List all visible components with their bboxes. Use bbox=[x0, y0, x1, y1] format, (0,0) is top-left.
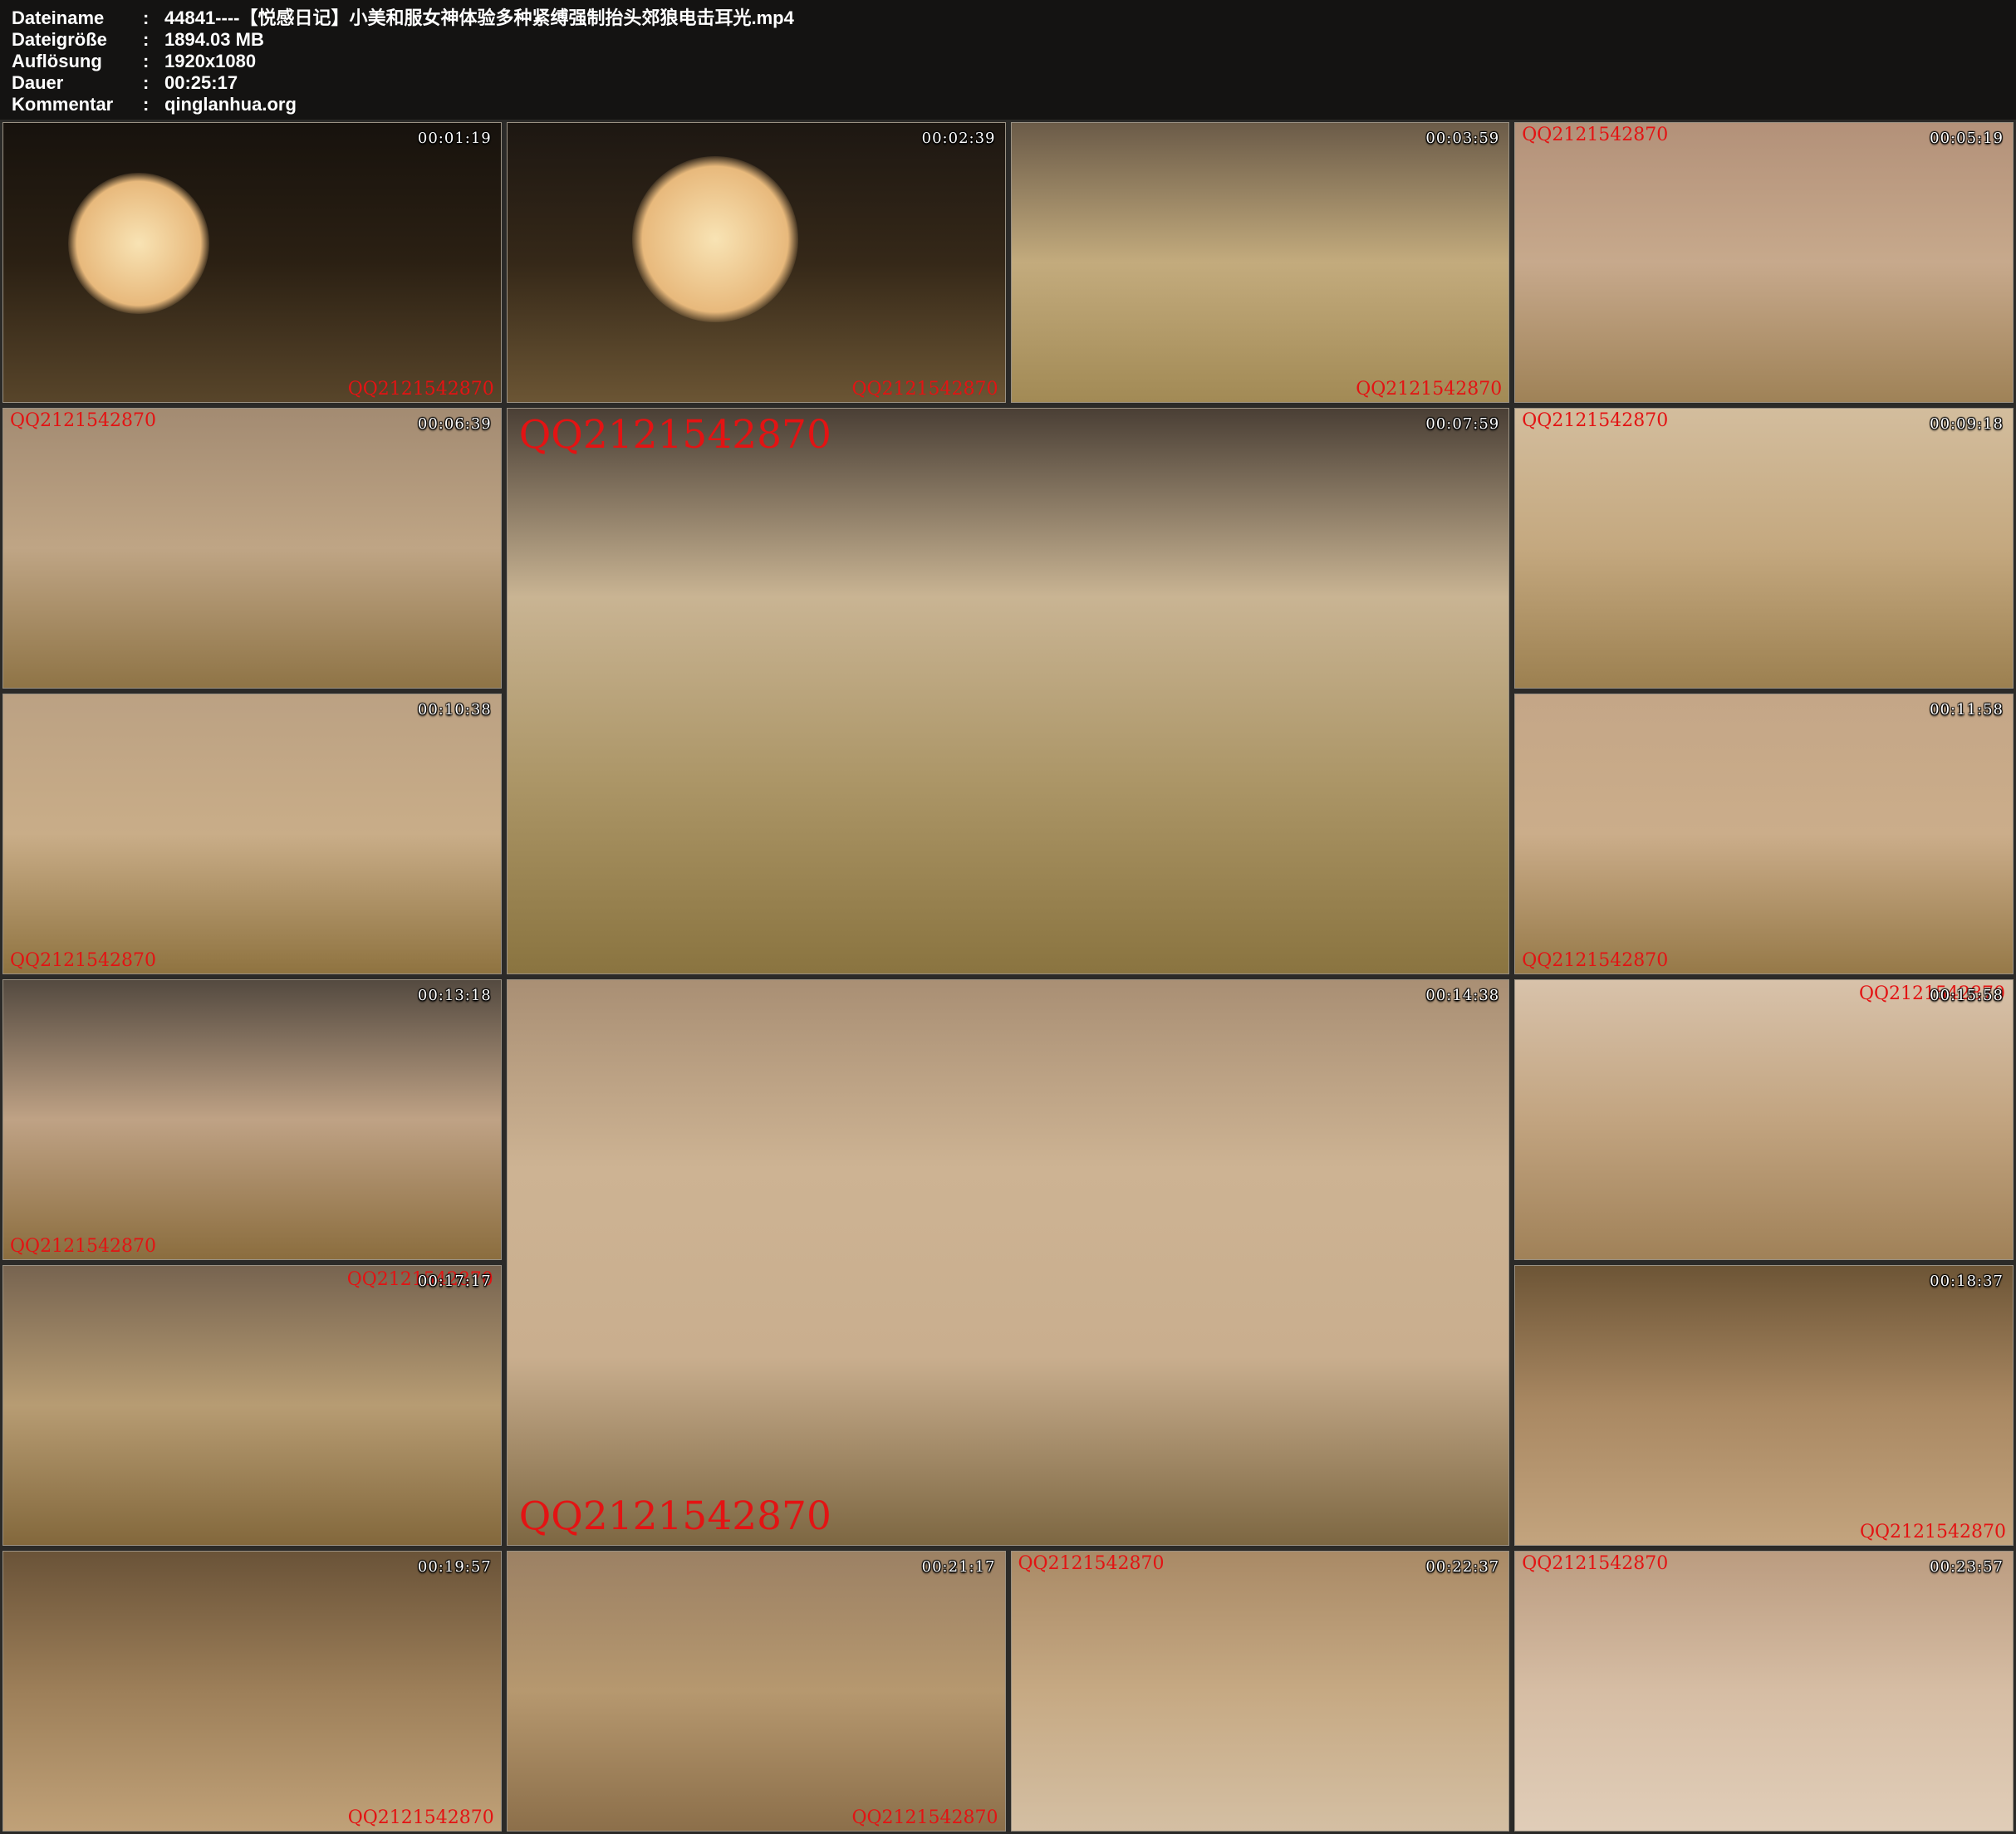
field-separator: : bbox=[143, 51, 164, 72]
qq-watermark: QQ2121542870 bbox=[851, 380, 998, 400]
timestamp-overlay: 00:14:38 bbox=[1425, 987, 1499, 1004]
video-thumbnail: 00:19:57 QQ2121542870 bbox=[2, 1551, 502, 1832]
qq-watermark: QQ2121542870 bbox=[10, 1237, 156, 1257]
timestamp-overlay: 00:03:59 bbox=[1425, 130, 1499, 147]
qq-watermark: QQ2121542870 bbox=[1522, 125, 1668, 145]
field-separator: : bbox=[143, 72, 164, 94]
contact-sheet-grid: 00:01:19 QQ2121542870 00:02:39 QQ2121542… bbox=[0, 120, 2016, 1834]
info-row-filename: Dateiname : 44841----【悦感日记】小美和服女神体验多种紧缚强… bbox=[12, 7, 2004, 29]
field-label: Kommentar bbox=[12, 94, 143, 115]
qq-watermark: QQ2121542870 bbox=[1018, 1554, 1165, 1574]
qq-watermark: QQ2121542870 bbox=[10, 951, 156, 971]
video-thumbnail: 00:22:37 QQ2121542870 bbox=[1011, 1551, 1510, 1832]
video-thumbnail: 00:09:18 QQ2121542870 bbox=[1514, 408, 2014, 689]
timestamp-overlay: 00:10:38 bbox=[418, 701, 492, 718]
timestamp-overlay: 00:17:17 bbox=[418, 1273, 492, 1290]
field-label: Dauer bbox=[12, 72, 143, 94]
timestamp-overlay: 00:09:18 bbox=[1930, 415, 2004, 433]
video-thumbnail: 00:21:17 QQ2121542870 bbox=[507, 1551, 1006, 1832]
video-thumbnail: 00:05:19 QQ2121542870 bbox=[1514, 122, 2014, 403]
video-thumbnail-large: 00:07:59 QQ2121542870 bbox=[507, 408, 1510, 974]
filename-value: 44841----【悦感日记】小美和服女神体验多种紧缚强制抬头郊狼电击耳光.mp… bbox=[164, 7, 794, 29]
timestamp-overlay: 00:23:57 bbox=[1930, 1558, 2004, 1576]
video-thumbnail: 00:15:58 QQ2121542870 bbox=[1514, 979, 2014, 1260]
video-thumbnail: 00:18:37 QQ2121542870 bbox=[1514, 1265, 2014, 1546]
timestamp-overlay: 00:02:39 bbox=[922, 130, 996, 147]
video-thumbnail-large: 00:14:38 QQ2121542870 bbox=[507, 979, 1510, 1546]
video-thumbnail: 00:13:18 QQ2121542870 bbox=[2, 979, 502, 1260]
qq-watermark: QQ2121542870 bbox=[348, 1808, 494, 1828]
video-thumbnail: 00:11:58 QQ2121542870 bbox=[1514, 694, 2014, 974]
field-separator: : bbox=[143, 7, 164, 29]
timestamp-overlay: 00:01:19 bbox=[418, 130, 492, 147]
video-thumbnail: 00:23:57 QQ2121542870 bbox=[1514, 1551, 2014, 1832]
qq-watermark: QQ2121542870 bbox=[348, 380, 494, 400]
resolution-value: 1920x1080 bbox=[164, 51, 256, 72]
info-row-filesize: Dateigröße : 1894.03 MB bbox=[12, 29, 2004, 51]
field-label: Dateiname bbox=[12, 7, 143, 29]
info-row-resolution: Auflösung : 1920x1080 bbox=[12, 51, 2004, 72]
qq-watermark: QQ2121542870 bbox=[1860, 1523, 2006, 1542]
comment-value: qinglanhua.org bbox=[164, 94, 297, 115]
video-thumbnail: 00:17:17 QQ2121542870 bbox=[2, 1265, 502, 1546]
timestamp-overlay: 00:11:58 bbox=[1930, 701, 2004, 718]
qq-watermark: QQ2121542870 bbox=[519, 1495, 831, 1538]
field-label: Dateigröße bbox=[12, 29, 143, 51]
timestamp-overlay: 00:13:18 bbox=[418, 987, 492, 1004]
moon-lamp-shape bbox=[632, 156, 798, 322]
video-thumbnail: 00:10:38 QQ2121542870 bbox=[2, 694, 502, 974]
qq-watermark: QQ2121542870 bbox=[1522, 1554, 1668, 1574]
timestamp-overlay: 00:19:57 bbox=[418, 1558, 492, 1576]
timestamp-overlay: 00:05:19 bbox=[1930, 130, 2004, 147]
qq-watermark: QQ2121542870 bbox=[10, 411, 156, 431]
video-thumbnail: 00:06:39 QQ2121542870 bbox=[2, 408, 502, 689]
video-thumbnail: 00:03:59 QQ2121542870 bbox=[1011, 122, 1510, 403]
video-thumbnail: 00:01:19 QQ2121542870 bbox=[2, 122, 502, 403]
duration-value: 00:25:17 bbox=[164, 72, 238, 94]
filesize-value: 1894.03 MB bbox=[164, 29, 264, 51]
info-row-duration: Dauer : 00:25:17 bbox=[12, 72, 2004, 94]
timestamp-overlay: 00:18:37 bbox=[1930, 1273, 2004, 1290]
moon-lamp-shape bbox=[68, 173, 209, 314]
timestamp-overlay: 00:15:58 bbox=[1930, 987, 2004, 1004]
info-row-comment: Kommentar : qinglanhua.org bbox=[12, 94, 2004, 115]
qq-watermark: QQ2121542870 bbox=[1356, 380, 1502, 400]
timestamp-overlay: 00:22:37 bbox=[1425, 1558, 1499, 1576]
qq-watermark: QQ2121542870 bbox=[1522, 411, 1668, 431]
timestamp-overlay: 00:06:39 bbox=[418, 415, 492, 433]
field-separator: : bbox=[143, 94, 164, 115]
timestamp-overlay: 00:07:59 bbox=[1425, 415, 1499, 433]
qq-watermark: QQ2121542870 bbox=[851, 1808, 998, 1828]
video-thumbnail: 00:02:39 QQ2121542870 bbox=[507, 122, 1006, 403]
timestamp-overlay: 00:21:17 bbox=[922, 1558, 996, 1576]
field-separator: : bbox=[143, 29, 164, 51]
field-label: Auflösung bbox=[12, 51, 143, 72]
media-info-header: Dateiname : 44841----【悦感日记】小美和服女神体验多种紧缚强… bbox=[0, 0, 2016, 120]
qq-watermark: QQ2121542870 bbox=[519, 414, 831, 457]
qq-watermark: QQ2121542870 bbox=[1522, 951, 1668, 971]
